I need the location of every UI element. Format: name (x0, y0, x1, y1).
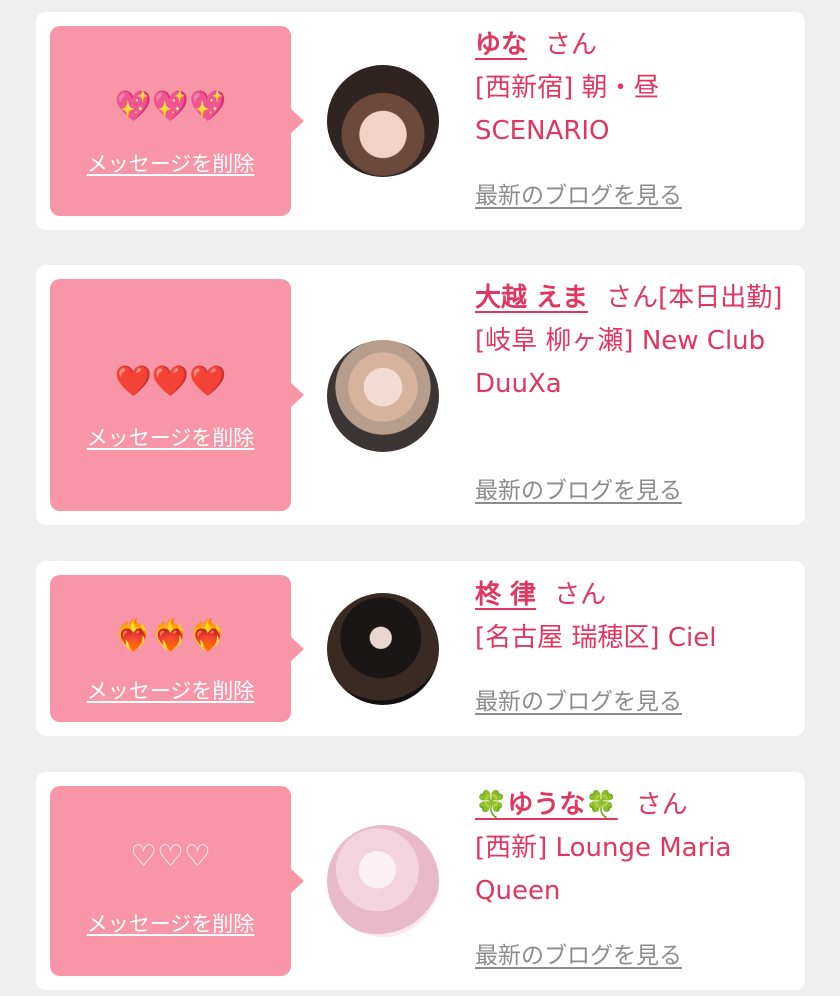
delete-message-link[interactable]: メッセージを削除 (50, 425, 291, 451)
latest-blog-link[interactable]: 最新のブログを見る (475, 687, 682, 717)
hearts-stamp: ❤️❤️❤️ (114, 364, 227, 399)
avatar[interactable] (327, 340, 439, 452)
hearts-stamp: 💖💖💖 (114, 89, 227, 124)
name-row: 🍀ゆうな🍀 さん (475, 784, 791, 827)
hearts-stamp: ❤️‍🔥❤️‍🔥❤️‍🔥 (114, 618, 227, 653)
name-suffix: さん (545, 30, 598, 60)
cast-info: 🍀ゆうな🍀 さん [西新] Lounge Maria Queen (475, 784, 791, 913)
name-suffix: さん[本日出勤] (606, 283, 783, 313)
name-suffix: さん (554, 580, 607, 610)
name-row: 柊 律さん (475, 574, 791, 617)
message-card: ❤️‍🔥❤️‍🔥❤️‍🔥 メッセージを削除 柊 律さん [名古屋 瑞穂区] Ci… (36, 561, 805, 736)
latest-blog-link[interactable]: 最新のブログを見る (475, 181, 682, 211)
message-bubble: ♡♡♡ メッセージを削除 (50, 786, 304, 976)
cast-name-link[interactable]: ゆな (475, 30, 527, 60)
cast-info: 大越 えま さん[本日出勤] [岐阜 柳ヶ瀬] New Club DuuXa (475, 277, 791, 406)
delete-message-link[interactable]: メッセージを削除 (50, 678, 291, 704)
message-bubble: ❤️❤️❤️ メッセージを削除 (50, 279, 304, 511)
cast-name-link[interactable]: 柊 律 (475, 580, 536, 610)
shop-label: [名古屋 瑞穂区] Ciel (475, 623, 717, 653)
shop-label: [岐阜 柳ヶ瀬] New Club DuuXa (475, 326, 766, 399)
name-row: ゆな さん (475, 24, 791, 67)
message-card: ♡♡♡ メッセージを削除 🍀ゆうな🍀 さん [西新] Lounge Maria Q… (36, 772, 805, 990)
avatar[interactable] (327, 65, 439, 177)
delete-message-link[interactable]: メッセージを削除 (50, 151, 291, 177)
latest-blog-link[interactable]: 最新のブログを見る (475, 941, 682, 971)
cast-info: ゆな さん [西新宿] 朝・昼 SCENARIO (475, 24, 791, 153)
avatar[interactable] (327, 593, 439, 705)
message-bubble: 💖💖💖 メッセージを削除 (50, 26, 304, 216)
message-card: 💖💖💖 メッセージを削除 ゆな さん [西新宿] 朝・昼 SCENARIO 最新の… (36, 12, 805, 230)
latest-blog-link[interactable]: 最新のブログを見る (475, 476, 682, 506)
cast-name-link[interactable]: 🍀ゆうな🍀 (475, 790, 618, 820)
message-card: ❤️❤️❤️ メッセージを削除 大越 えま さん[本日出勤] [岐阜 柳ヶ瀬] N… (36, 265, 805, 525)
cast-name-link[interactable]: 大越 えま (475, 283, 588, 313)
hearts-stamp: ♡♡♡ (130, 839, 211, 874)
cast-info: 柊 律さん [名古屋 瑞穂区] Ciel (475, 574, 791, 660)
shop-label: [西新] Lounge Maria Queen (475, 833, 732, 906)
shop-label: [西新宿] 朝・昼 SCENARIO (475, 73, 660, 146)
name-suffix: さん (635, 790, 688, 820)
message-bubble: ❤️‍🔥❤️‍🔥❤️‍🔥 メッセージを削除 (50, 575, 304, 722)
avatar[interactable] (327, 825, 439, 937)
delete-message-link[interactable]: メッセージを削除 (50, 911, 291, 937)
name-row: 大越 えま さん[本日出勤] (475, 277, 791, 320)
